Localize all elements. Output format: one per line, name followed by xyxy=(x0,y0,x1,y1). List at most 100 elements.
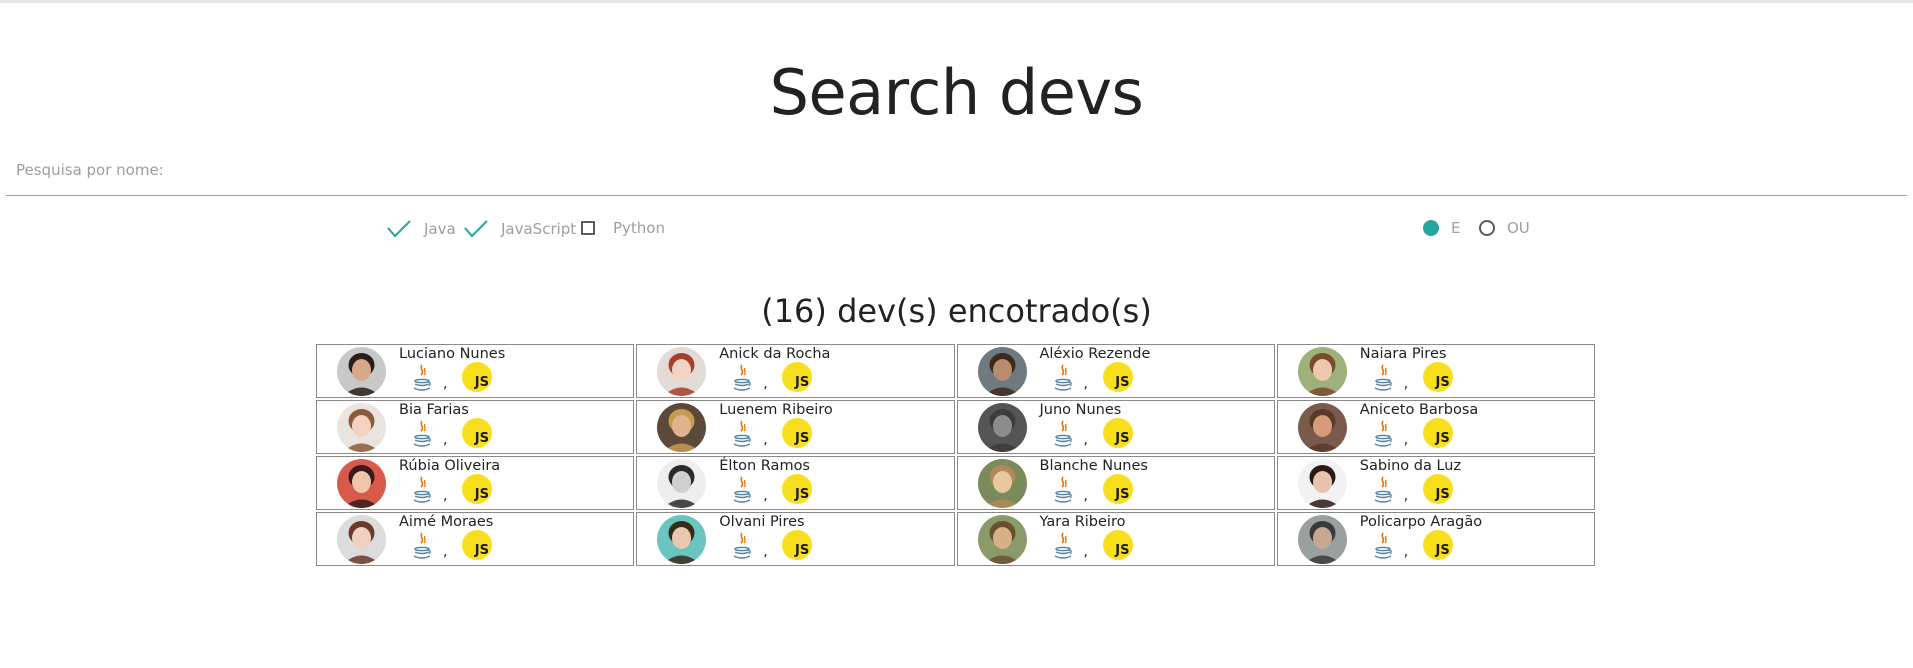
avatar xyxy=(657,403,707,452)
dev-card: Aniceto Barbosa, JS xyxy=(1276,400,1595,454)
javascript-icon: JS xyxy=(782,418,813,448)
filter-python[interactable]: Python xyxy=(581,219,665,237)
avatar xyxy=(657,515,707,564)
java-icon xyxy=(411,532,433,562)
java-label: Java xyxy=(424,220,456,238)
avatar xyxy=(1297,459,1347,508)
skill-separator: , xyxy=(1403,432,1409,448)
skill-separator: , xyxy=(1083,488,1088,504)
js-badge-text: JS xyxy=(1115,543,1130,558)
avatar xyxy=(657,347,707,396)
dev-card: Aimé Moraes, JS xyxy=(316,512,635,566)
dev-name: Sabino da Luz xyxy=(1359,458,1462,474)
skill-separator: , xyxy=(443,432,448,448)
javascript-icon: JS xyxy=(462,418,492,448)
dev-card: Yara Ribeiro, JS xyxy=(956,512,1275,566)
page-title: Search devs xyxy=(769,56,1144,129)
dev-name: Rúbia Oliveira xyxy=(399,458,501,474)
dev-name: Blanche Nunes xyxy=(1039,458,1148,474)
java-icon xyxy=(1052,532,1074,562)
logic-and-option[interactable]: E xyxy=(1423,219,1460,237)
avatar xyxy=(1297,347,1347,396)
avatar xyxy=(337,347,386,396)
javascript-icon: JS xyxy=(1102,362,1133,392)
dev-name: Policarpo Aragão xyxy=(1359,514,1483,530)
js-badge-text: JS xyxy=(474,375,489,390)
dev-name: Juno Nunes xyxy=(1039,402,1122,418)
dev-name: Olvani Pires xyxy=(719,514,805,530)
javascript-icon: JS xyxy=(462,530,492,560)
dev-card: Anick da Rocha, JS xyxy=(636,344,955,398)
python-label: Python xyxy=(613,219,665,237)
java-icon xyxy=(1052,420,1074,450)
avatar xyxy=(977,347,1027,396)
avatar xyxy=(1297,515,1347,564)
dev-name: Anick da Rocha xyxy=(719,346,831,362)
logic-or-option[interactable]: OU xyxy=(1479,219,1530,237)
javascript-icon: JS xyxy=(782,474,813,504)
python-checkbox[interactable] xyxy=(581,221,595,235)
dev-card: Policarpo Aragão, JS xyxy=(1276,512,1595,566)
search-field[interactable]: Pesquisa por nome: xyxy=(6,150,1911,196)
dev-card: Juno Nunes, JS xyxy=(956,400,1275,454)
javascript-icon: JS xyxy=(1422,418,1453,448)
js-badge-text: JS xyxy=(474,431,489,446)
javascript-icon: JS xyxy=(1422,362,1453,392)
dev-card: Naiara Pires, JS xyxy=(1276,344,1595,398)
java-icon xyxy=(1372,364,1394,394)
java-icon xyxy=(731,532,753,562)
js-badge-text: JS xyxy=(474,543,489,558)
javascript-icon: JS xyxy=(1422,474,1453,504)
skill-separator: , xyxy=(763,488,768,504)
dev-card: Bia Farias, JS xyxy=(316,400,635,454)
filter-java[interactable]: Java xyxy=(386,219,456,239)
filter-javascript[interactable]: JavaScript xyxy=(463,219,576,239)
javascript-icon: JS xyxy=(1102,474,1133,504)
skill-separator: , xyxy=(443,376,448,392)
skill-separator: , xyxy=(763,376,768,392)
dev-name: Luciano Nunes xyxy=(399,346,506,362)
dev-name: Aimé Moraes xyxy=(399,514,494,530)
dev-card: Sabino da Luz, JS xyxy=(1276,456,1595,510)
skill-separator: , xyxy=(443,488,448,504)
javascript-icon: JS xyxy=(782,362,813,392)
skill-separator: , xyxy=(763,432,768,448)
js-badge-text: JS xyxy=(1115,487,1130,502)
top-border xyxy=(0,0,1913,3)
java-icon xyxy=(1372,476,1394,506)
js-badge-text: JS xyxy=(1435,375,1450,390)
java-icon xyxy=(411,476,433,506)
skill-separator: , xyxy=(763,544,768,560)
js-badge-text: JS xyxy=(1435,431,1450,446)
java-icon xyxy=(1052,364,1074,394)
javascript-icon: JS xyxy=(1102,530,1133,560)
skill-separator: , xyxy=(1403,544,1409,560)
java-checkbox[interactable] xyxy=(386,219,412,239)
avatar xyxy=(977,515,1027,564)
avatar xyxy=(977,403,1027,452)
js-badge-text: JS xyxy=(1435,487,1450,502)
skill-separator: , xyxy=(1403,376,1409,392)
java-icon xyxy=(731,476,753,506)
search-input[interactable] xyxy=(6,150,1911,196)
avatar xyxy=(337,459,386,508)
javascript-label: JavaScript xyxy=(501,220,577,238)
dev-name: Yara Ribeiro xyxy=(1039,514,1126,530)
dev-card: Rúbia Oliveira, JS xyxy=(316,456,635,510)
dev-card: Blanche Nunes, JS xyxy=(956,456,1275,510)
skill-separator: , xyxy=(443,544,448,560)
dev-name: Naiara Pires xyxy=(1359,346,1447,362)
dev-card: Aléxio Rezende, JS xyxy=(956,344,1275,398)
skill-separator: , xyxy=(1403,488,1409,504)
avatar xyxy=(977,459,1027,508)
or-radio[interactable] xyxy=(1479,220,1495,236)
js-badge-text: JS xyxy=(795,375,810,390)
js-badge-text: JS xyxy=(474,487,489,502)
dev-name: Élton Ramos xyxy=(719,458,810,474)
javascript-checkbox[interactable] xyxy=(463,219,489,239)
dev-name: Aniceto Barbosa xyxy=(1359,402,1479,418)
java-icon xyxy=(731,364,753,394)
and-radio[interactable] xyxy=(1423,220,1439,236)
java-icon xyxy=(1372,532,1394,562)
js-badge-text: JS xyxy=(1435,543,1450,558)
